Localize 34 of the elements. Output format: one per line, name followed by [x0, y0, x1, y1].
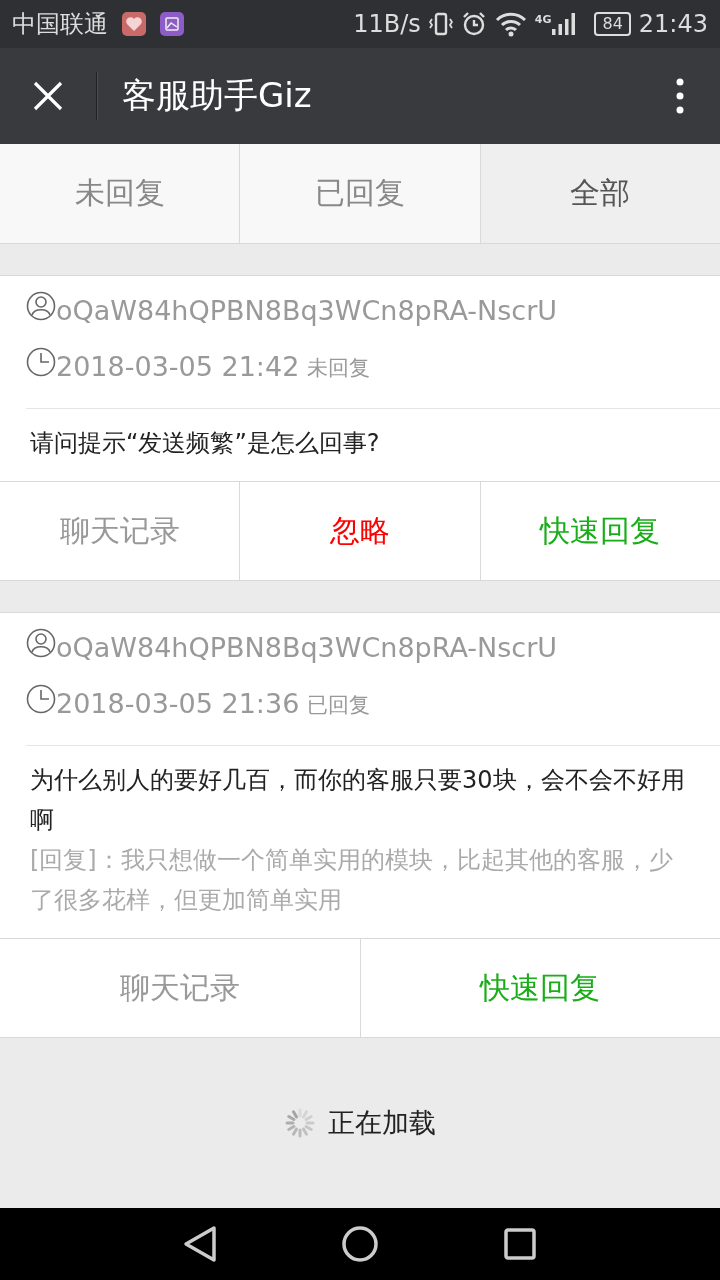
- message-time: 2018-03-05 21:42: [56, 350, 300, 382]
- message-text: 请问提示“发送频繁”是怎么回事?: [30, 428, 381, 459]
- more-icon: [676, 78, 684, 114]
- wifi-icon: [494, 11, 527, 37]
- recents-icon: [504, 1228, 536, 1260]
- user-icon: [26, 291, 56, 321]
- reply-text: [回复]：我只想做一个简单实用的模块，比起其他的客服，少了很多花样，但更加简单实用: [30, 845, 674, 916]
- message-time: 2018-03-05 21:36: [56, 687, 300, 719]
- message-text: 为什么别人的要好几百，而你的客服只要30块，会不会不好用啊: [30, 765, 686, 836]
- heart-app-icon: [122, 12, 146, 36]
- clock-icon: [26, 684, 56, 714]
- page-title: 客服助手Giz: [122, 74, 313, 117]
- close-icon: [32, 80, 64, 112]
- user-id: oQaW84hQPBN8Bq3WCn8pRA-NscrU: [56, 294, 557, 326]
- home-icon: [342, 1226, 378, 1262]
- back-icon: [183, 1225, 217, 1263]
- loading-text: 正在加载: [328, 1106, 436, 1140]
- filter-tab[interactable]: 未回复: [0, 144, 241, 243]
- network-speed: 11B/s: [353, 10, 421, 38]
- reply-status: 已回复: [307, 692, 371, 719]
- filter-tab[interactable]: 全部: [480, 144, 720, 243]
- network-type: 4G: [534, 13, 552, 26]
- carrier-name: 中国联通: [12, 9, 108, 40]
- user-icon: [26, 628, 56, 658]
- loading-spinner-icon: [284, 1107, 316, 1139]
- vibrate-icon: [428, 11, 453, 37]
- user-id: oQaW84hQPBN8Bq3WCn8pRA-NscrU: [56, 631, 557, 663]
- image-app-icon: [160, 12, 184, 36]
- clock-icon: [26, 347, 56, 377]
- filter-tab[interactable]: 已回复: [240, 144, 481, 243]
- clock-time: 21:43: [638, 10, 708, 38]
- signal-icon: [552, 13, 577, 35]
- reply-status: 未回复: [307, 355, 371, 382]
- battery-level: 84: [594, 12, 631, 36]
